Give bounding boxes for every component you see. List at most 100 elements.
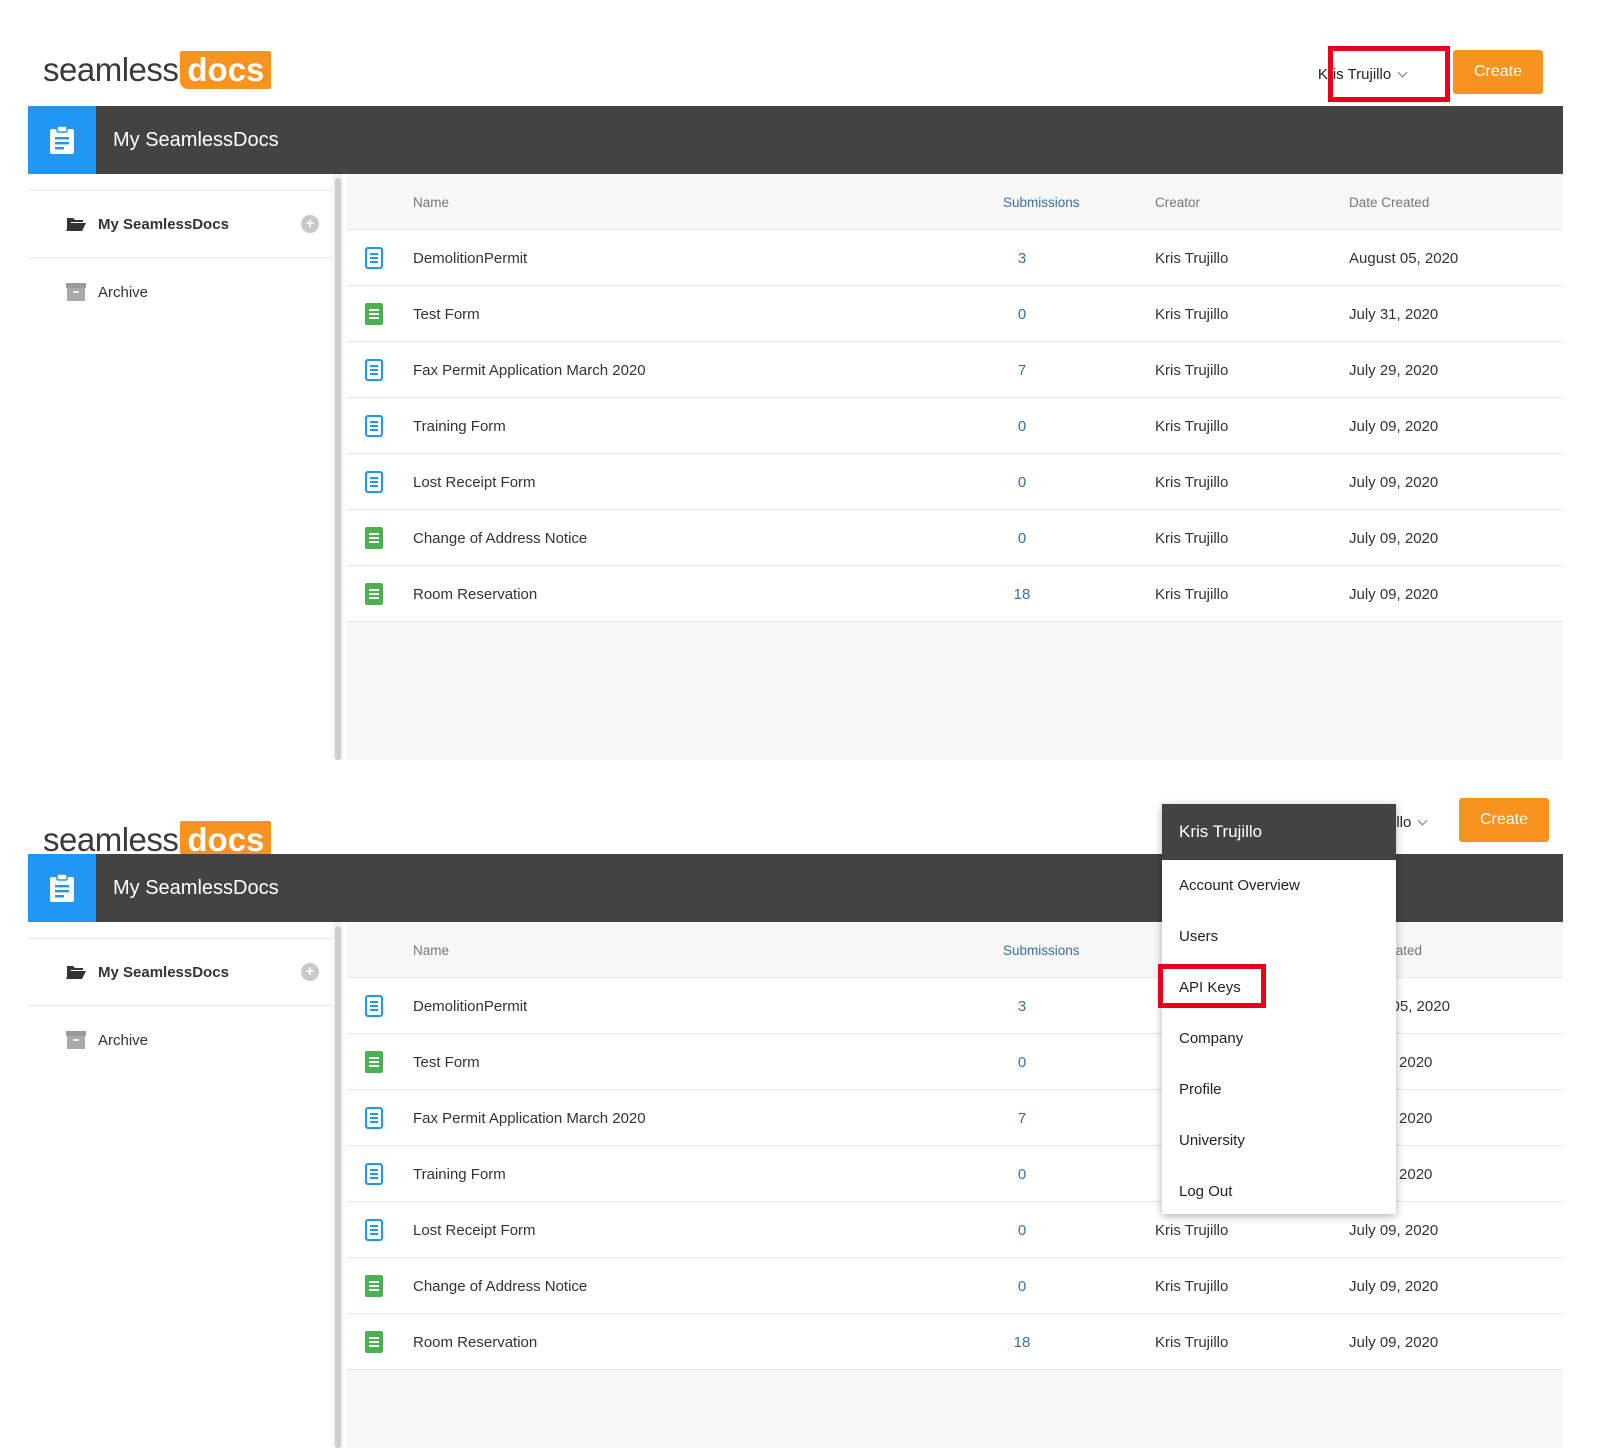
form-name[interactable]: DemolitionPermit <box>413 230 527 286</box>
submissions-count[interactable]: 0 <box>1007 510 1037 566</box>
date-created: July 31, 2020 <box>1349 305 1439 323</box>
creator-name: Kris Trujillo <box>1155 249 1229 267</box>
table-row[interactable]: DemolitionPermit 3 Kris Trujillo August 05,… <box>347 230 1563 286</box>
column-header-submissions[interactable]: Submissions <box>1003 174 1080 230</box>
submissions-count[interactable]: 0 <box>1007 398 1037 454</box>
submissions-count[interactable]: 0 <box>1007 1258 1037 1314</box>
screenshot-panel-before: seamless docs Kris Trujillo Create My Se… <box>0 0 1598 760</box>
form-name[interactable]: Training Form <box>413 1146 506 1202</box>
creator-name: Kris Trujillo <box>1155 361 1229 379</box>
table-body: DemolitionPermit 3 Kris Trujillo August 05,… <box>347 230 1563 622</box>
form-document-blue-icon <box>365 230 383 286</box>
submissions-count[interactable]: 18 <box>1007 566 1037 622</box>
menu-item-company[interactable]: Company <box>1162 1013 1396 1064</box>
submissions-count[interactable]: 18 <box>1007 1314 1037 1370</box>
forms-table: Name Submissions Creator Date Created De… <box>347 174 1563 760</box>
creator-name: Kris Trujillo <box>1155 305 1229 323</box>
submissions-count[interactable]: 7 <box>1007 1090 1037 1146</box>
table-row[interactable]: Change of Address Notice 0 Kris Trujillo Ju… <box>347 510 1563 566</box>
user-menu-label: Kris Trujillo <box>1317 65 1392 83</box>
sidebar-item-archive[interactable]: Archive <box>28 1006 333 1074</box>
sidebar-item-my-seamlessdocs[interactable]: My SeamlessDocs + <box>28 938 333 1006</box>
sidebar-item-my-seamlessdocs[interactable]: My SeamlessDocs + <box>28 190 333 258</box>
date-created: July 09, 2020 <box>1349 585 1439 603</box>
creator-name: Kris Trujillo <box>1155 529 1229 547</box>
menu-item-log-out[interactable]: Log Out <box>1162 1166 1396 1217</box>
submissions-count[interactable]: 0 <box>1007 1146 1037 1202</box>
user-dropdown-menu: Kris Trujillo Account Overview Users API… <box>1162 804 1396 1214</box>
create-button[interactable]: Create <box>1459 798 1549 842</box>
menu-item-users[interactable]: Users <box>1162 911 1396 962</box>
create-button[interactable]: Create <box>1453 50 1543 94</box>
form-name[interactable]: Change of Address Notice <box>413 510 587 566</box>
menu-item-profile[interactable]: Profile <box>1162 1064 1396 1115</box>
form-document-green-icon <box>365 286 383 342</box>
table-row[interactable]: Change of Address Notice 0 Kris Trujillo Ju… <box>347 1258 1563 1314</box>
folder-open-icon <box>66 216 86 232</box>
clipboard-icon <box>28 106 96 174</box>
table-row[interactable]: Room Reservation 18 Kris Trujillo July 09, … <box>347 566 1563 622</box>
add-folder-button[interactable]: + <box>301 963 319 981</box>
creator-name: Kris Trujillo <box>1155 1333 1229 1351</box>
screenshot-panel-after: seamless docs jillo Create My SeamlessDo… <box>0 770 1598 1448</box>
column-header-creator[interactable]: Creator <box>1155 174 1200 230</box>
table-header: Name Submissions Creator Date Created <box>347 174 1563 230</box>
form-document-green-icon <box>365 1034 383 1090</box>
form-name[interactable]: Training Form <box>413 398 506 454</box>
seamlessdocs-logo[interactable]: seamless docs <box>43 50 272 90</box>
logo-badge: docs <box>180 51 272 89</box>
add-folder-button[interactable]: + <box>301 215 319 233</box>
form-name[interactable]: Test Form <box>413 286 480 342</box>
column-header-submissions[interactable]: Submissions <box>1003 922 1080 978</box>
form-name[interactable]: Test Form <box>413 1034 480 1090</box>
logo-text: seamless <box>43 51 179 88</box>
user-menu-button[interactable]: Kris Trujillo <box>1306 52 1418 96</box>
menu-item-account-overview[interactable]: Account Overview <box>1162 860 1396 911</box>
creator-name: Kris Trujillo <box>1155 585 1229 603</box>
folder-open-icon <box>66 964 86 980</box>
user-dropdown-title: Kris Trujillo <box>1162 804 1396 860</box>
column-header-date-created[interactable]: Date Created <box>1349 174 1429 230</box>
form-name[interactable]: Lost Receipt Form <box>413 454 536 510</box>
form-document-blue-icon <box>365 398 383 454</box>
form-name[interactable]: Room Reservation <box>413 1314 537 1370</box>
form-name[interactable]: Change of Address Notice <box>413 1258 587 1314</box>
table-row[interactable]: Test Form 0 Kris Trujillo July 31, 2020 <box>347 286 1563 342</box>
sidebar-scrollbar[interactable] <box>333 174 343 760</box>
page-title: My SeamlessDocs <box>113 876 279 899</box>
submissions-count[interactable]: 0 <box>1007 286 1037 342</box>
form-document-blue-icon <box>365 1146 383 1202</box>
submissions-count[interactable]: 0 <box>1007 1034 1037 1090</box>
date-created: July 09, 2020 <box>1349 1277 1439 1295</box>
form-name[interactable]: Lost Receipt Form <box>413 1202 536 1258</box>
sidebar-item-label: Archive <box>98 283 149 301</box>
scrollbar-thumb[interactable] <box>335 926 341 1448</box>
form-name[interactable]: DemolitionPermit <box>413 978 527 1034</box>
date-created: July 09, 2020 <box>1349 1333 1439 1351</box>
column-header-name[interactable]: Name <box>413 922 449 978</box>
submissions-count[interactable]: 0 <box>1007 1202 1037 1258</box>
date-created: July 29, 2020 <box>1349 361 1439 379</box>
form-name[interactable]: Room Reservation <box>413 566 537 622</box>
menu-item-university[interactable]: University <box>1162 1115 1396 1166</box>
table-row[interactable]: Lost Receipt Form 0 Kris Trujillo July 09, … <box>347 454 1563 510</box>
sidebar-item-archive[interactable]: Archive <box>28 258 333 326</box>
submissions-count[interactable]: 3 <box>1007 978 1037 1034</box>
form-name[interactable]: Fax Permit Application March 2020 <box>413 1090 646 1146</box>
form-document-green-icon <box>365 1258 383 1314</box>
submissions-count[interactable]: 3 <box>1007 230 1037 286</box>
form-document-green-icon <box>365 1314 383 1370</box>
table-row[interactable]: Training Form 0 Kris Trujillo July 09, 2020 <box>347 398 1563 454</box>
table-row[interactable]: Fax Permit Application March 2020 7 Kris T… <box>347 342 1563 398</box>
submissions-count[interactable]: 7 <box>1007 342 1037 398</box>
sidebar-scrollbar[interactable] <box>333 922 343 1448</box>
scrollbar-thumb[interactable] <box>335 178 341 760</box>
form-name[interactable]: Fax Permit Application March 2020 <box>413 342 646 398</box>
creator-name: Kris Trujillo <box>1155 1277 1229 1295</box>
page-title: My SeamlessDocs <box>113 128 279 151</box>
submissions-count[interactable]: 0 <box>1007 454 1037 510</box>
table-row[interactable]: Room Reservation 18 Kris Trujillo July 09, … <box>347 1314 1563 1370</box>
menu-item-api-keys[interactable]: API Keys <box>1162 962 1396 1013</box>
column-header-name[interactable]: Name <box>413 174 449 230</box>
date-created: August 05, 2020 <box>1349 249 1459 267</box>
